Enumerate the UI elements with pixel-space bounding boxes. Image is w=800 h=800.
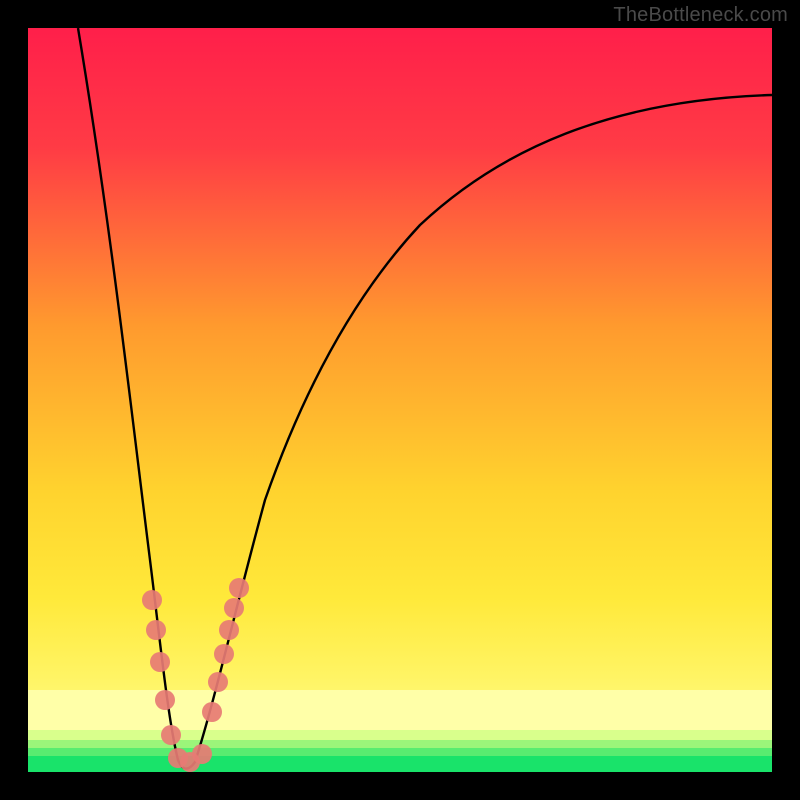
- watermark-label: TheBottleneck.com: [613, 4, 788, 27]
- band-lightgreen-1: [28, 730, 772, 740]
- marker-dot: [155, 690, 175, 710]
- marker-dot: [219, 620, 239, 640]
- marker-dot: [150, 652, 170, 672]
- gradient-background: [28, 28, 772, 690]
- marker-dot: [224, 598, 244, 618]
- band-green-1: [28, 748, 772, 756]
- chart-frame: TheBottleneck.com: [0, 0, 800, 800]
- marker-dot: [214, 644, 234, 664]
- marker-dot: [146, 620, 166, 640]
- plot-area: [28, 28, 772, 772]
- band-green-bottom: [28, 756, 772, 772]
- marker-dot: [208, 672, 228, 692]
- bottleneck-chart-svg: [0, 0, 800, 800]
- marker-dot: [229, 578, 249, 598]
- marker-dot: [142, 590, 162, 610]
- band-pale-yellow: [28, 690, 772, 730]
- marker-dot: [192, 744, 212, 764]
- band-lightgreen-2: [28, 740, 772, 748]
- marker-dot: [161, 725, 181, 745]
- marker-dot: [202, 702, 222, 722]
